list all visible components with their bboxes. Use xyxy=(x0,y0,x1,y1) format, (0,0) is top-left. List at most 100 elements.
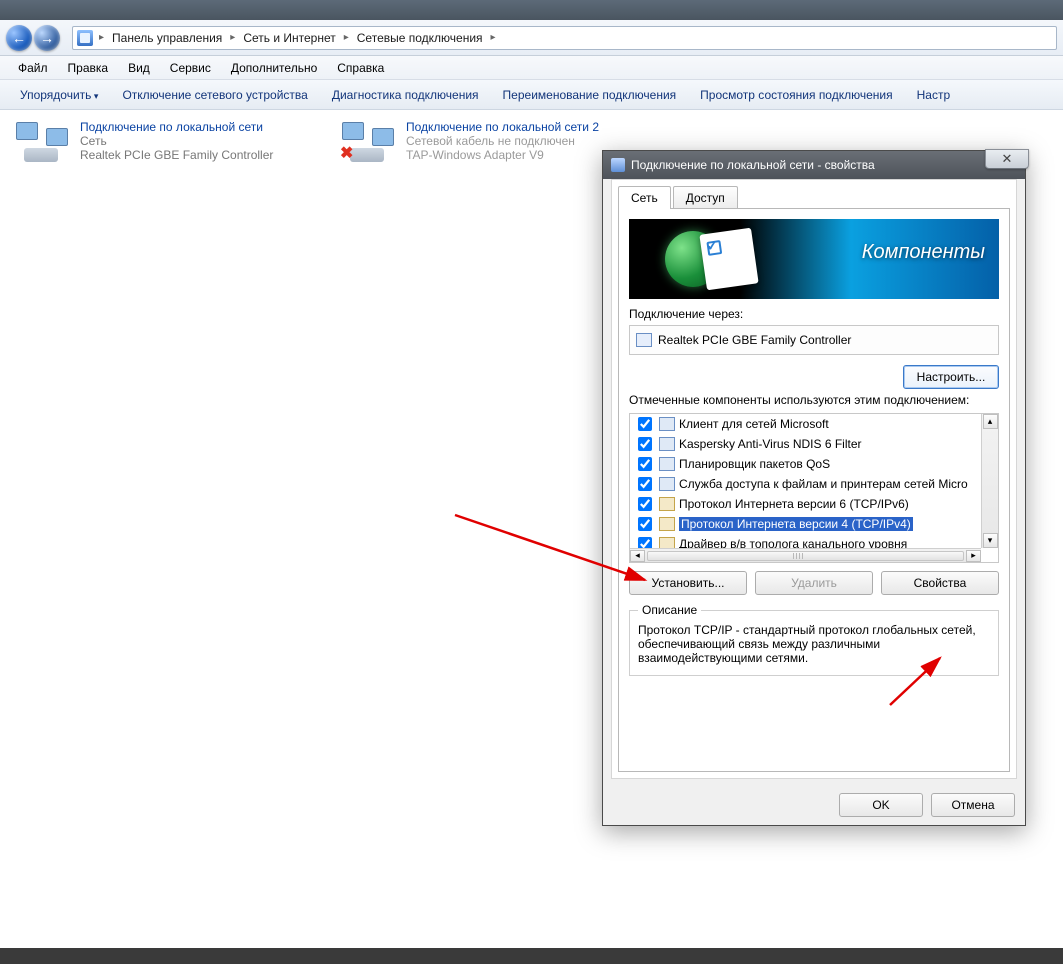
component-name: Клиент для сетей Microsoft xyxy=(679,417,829,431)
component-row[interactable]: Протокол Интернета версии 4 (TCP/IPv4) xyxy=(630,514,980,534)
protocol-icon xyxy=(659,517,675,531)
component-checkbox[interactable] xyxy=(638,537,652,548)
tab-network[interactable]: Сеть xyxy=(618,186,671,209)
components-listbox[interactable]: Клиент для сетей Microsoft Kaspersky Anti… xyxy=(629,413,999,563)
vertical-scrollbar[interactable]: ▴ ▾ xyxy=(981,414,998,548)
menu-view[interactable]: Вид xyxy=(118,58,160,78)
network-icon: ✖ xyxy=(340,120,396,162)
component-name: Планировщик пакетов QoS xyxy=(679,457,830,471)
nic-icon xyxy=(636,333,652,347)
scroll-down-icon[interactable]: ▾ xyxy=(983,533,998,548)
description-text: Протокол TCP/IP - стандартный протокол г… xyxy=(638,623,990,665)
uninstall-button: Удалить xyxy=(755,571,873,595)
horizontal-scrollbar[interactable]: ◂ ▸ xyxy=(630,548,981,562)
checklist-icon xyxy=(699,228,758,291)
dialog-title: Подключение по локальной сети - свойства xyxy=(631,158,875,172)
component-row[interactable]: Планировщик пакетов QoS xyxy=(630,454,980,474)
address-bar: ← → ▸ Панель управления ▸ Сеть и Интерне… xyxy=(0,20,1063,56)
connection-properties-dialog: ✕ Подключение по локальной сети - свойст… xyxy=(602,150,1026,826)
dialog-close-button[interactable]: ✕ xyxy=(985,149,1029,169)
scroll-thumb[interactable] xyxy=(647,551,964,561)
breadcrumb-seg[interactable]: Сеть и Интернет xyxy=(237,31,341,45)
service-icon xyxy=(659,437,675,451)
scroll-up-icon[interactable]: ▴ xyxy=(983,414,998,429)
menu-edit[interactable]: Правка xyxy=(58,58,119,78)
description-group: Описание Протокол TCP/IP - стандартный п… xyxy=(629,603,999,676)
scroll-left-icon[interactable]: ◂ xyxy=(630,550,645,562)
component-name: Служба доступа к файлам и принтерам сете… xyxy=(679,477,968,491)
window-titlebar-strip xyxy=(0,0,1063,20)
component-row[interactable]: Служба доступа к файлам и принтерам сете… xyxy=(630,474,980,494)
cancel-button[interactable]: Отмена xyxy=(931,793,1015,817)
chevron-right-icon: ▸ xyxy=(228,32,237,43)
rename-connection-button[interactable]: Переименование подключения xyxy=(491,84,689,106)
menu-extra[interactable]: Дополнительно xyxy=(221,58,327,78)
chevron-right-icon: ▸ xyxy=(97,32,106,43)
components-banner: Компоненты xyxy=(629,219,999,299)
component-checkbox[interactable] xyxy=(638,517,652,531)
connect-using-field: Realtek PCIe GBE Family Controller xyxy=(629,325,999,355)
connect-using-label: Подключение через: xyxy=(629,307,999,321)
connection-status: Сеть xyxy=(80,134,273,148)
ok-button[interactable]: OK xyxy=(839,793,923,817)
component-row[interactable]: Kaspersky Anti-Virus NDIS 6 Filter xyxy=(630,434,980,454)
service-icon xyxy=(659,417,675,431)
component-name: Kaspersky Anti-Virus NDIS 6 Filter xyxy=(679,437,862,451)
content-area: Подключение по локальной сети Сеть Realt… xyxy=(0,110,1063,964)
chevron-right-icon: ▸ xyxy=(342,32,351,43)
component-name: Драйвер в/в тополога канального уровня xyxy=(679,537,907,548)
breadcrumb-seg[interactable]: Сетевые подключения xyxy=(351,31,489,45)
component-row[interactable]: Драйвер в/в тополога канального уровня xyxy=(630,534,980,548)
control-panel-icon xyxy=(77,30,93,46)
connection-device: Realtek PCIe GBE Family Controller xyxy=(80,148,273,162)
component-checkbox[interactable] xyxy=(638,417,652,431)
component-checkbox[interactable] xyxy=(638,437,652,451)
menu-file[interactable]: Файл xyxy=(8,58,58,78)
command-bar: Упорядочить Отключение сетевого устройст… xyxy=(0,80,1063,110)
description-legend: Описание xyxy=(638,603,701,617)
service-icon xyxy=(659,477,675,491)
connection-name: Подключение по локальной сети xyxy=(80,120,273,134)
tab-access[interactable]: Доступ xyxy=(673,186,738,209)
protocol-icon xyxy=(659,537,675,548)
network-icon xyxy=(14,120,70,162)
menu-bar: Файл Правка Вид Сервис Дополнительно Спр… xyxy=(0,56,1063,80)
menu-tools[interactable]: Сервис xyxy=(160,58,221,78)
component-checkbox[interactable] xyxy=(638,457,652,471)
connection-device: TAP-Windows Adapter V9 xyxy=(406,148,599,162)
nav-back-button[interactable]: ← xyxy=(6,25,32,51)
connection-name: Подключение по локальной сети 2 xyxy=(406,120,599,134)
banner-title: Компоненты xyxy=(862,241,985,264)
dialog-title-bar[interactable]: Подключение по локальной сети - свойства xyxy=(603,151,1025,179)
chevron-right-icon: ▸ xyxy=(489,32,498,43)
component-checkbox[interactable] xyxy=(638,477,652,491)
component-checkbox[interactable] xyxy=(638,497,652,511)
breadcrumb-seg[interactable]: Панель управления xyxy=(106,31,228,45)
toolbar-more[interactable]: Настр xyxy=(905,84,963,106)
connection-status: Сетевой кабель не подключен xyxy=(406,134,599,148)
connect-using-value: Realtek PCIe GBE Family Controller xyxy=(658,333,851,347)
tab-pane-network: Компоненты Подключение через: Realtek PC… xyxy=(618,208,1010,772)
error-x-icon: ✖ xyxy=(340,146,356,162)
service-icon xyxy=(659,457,675,471)
organize-button[interactable]: Упорядочить xyxy=(8,84,110,106)
configure-button[interactable]: Настроить... xyxy=(903,365,999,389)
components-label: Отмеченные компоненты используются этим … xyxy=(629,393,999,407)
component-row[interactable]: Протокол Интернета версии 6 (TCP/IPv6) xyxy=(630,494,980,514)
connection-item[interactable]: Подключение по локальной сети Сеть Realt… xyxy=(14,120,324,162)
scroll-right-icon[interactable]: ▸ xyxy=(966,550,981,562)
protocol-icon xyxy=(659,497,675,511)
install-button[interactable]: Установить... xyxy=(629,571,747,595)
breadcrumb[interactable]: ▸ Панель управления ▸ Сеть и Интернет ▸ … xyxy=(72,26,1057,50)
properties-button[interactable]: Свойства xyxy=(881,571,999,595)
component-row[interactable]: Клиент для сетей Microsoft xyxy=(630,414,980,434)
network-icon xyxy=(611,158,625,172)
disable-device-button[interactable]: Отключение сетевого устройства xyxy=(110,84,319,106)
component-name: Протокол Интернета версии 4 (TCP/IPv4) xyxy=(679,517,913,531)
view-status-button[interactable]: Просмотр состояния подключения xyxy=(688,84,904,106)
diagnose-button[interactable]: Диагностика подключения xyxy=(320,84,491,106)
menu-help[interactable]: Справка xyxy=(327,58,394,78)
component-name: Протокол Интернета версии 6 (TCP/IPv6) xyxy=(679,497,909,511)
window-bottom-strip xyxy=(0,948,1063,964)
nav-forward-button[interactable]: → xyxy=(34,25,60,51)
